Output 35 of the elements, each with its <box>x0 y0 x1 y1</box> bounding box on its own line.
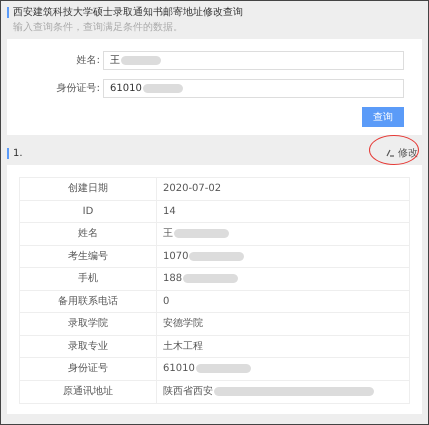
table-cell: 陕西省西安 <box>157 380 409 403</box>
table-cell-text: 2020-07-02 <box>162 182 222 196</box>
blurred-redaction <box>196 364 251 374</box>
blurred-redaction <box>121 56 161 65</box>
field-label: 身份证号: <box>56 82 101 96</box>
table-cell: 原通讯地址 <box>20 380 157 403</box>
table-cell: 61010 <box>157 358 409 380</box>
table-cell: 手机 <box>20 268 157 290</box>
table-cell: ID <box>20 200 157 222</box>
field-label: 姓名: <box>76 54 101 68</box>
table-cell-text: 土木工程 <box>162 340 204 354</box>
table-cell: 创建日期 <box>20 178 157 200</box>
blurred-redaction <box>189 252 244 261</box>
page-title: 西安建筑科技大学硕士录取通知书邮寄地址修改查询 <box>13 6 243 20</box>
blurred-redaction <box>183 274 238 284</box>
table-cell: 备用联系电话 <box>20 290 157 312</box>
table-cell: 录取学院 <box>20 313 157 334</box>
page-subtitle: 输入查询条件，查询满足条件的数据。 <box>12 20 184 35</box>
input-field[interactable]: 61010 <box>103 79 404 98</box>
table-cell: 考生编号 <box>20 246 157 267</box>
table-cell: 188 <box>157 268 409 290</box>
pencil-icon <box>386 149 395 157</box>
table-cell: 录取专业 <box>20 336 157 357</box>
blurred-redaction <box>174 229 229 238</box>
table-cell: 身份证号 <box>20 358 157 380</box>
table-cell: 王 <box>157 223 409 244</box>
table-cell-text: 安德学院 <box>162 316 204 332</box>
table-cell-text: 14 <box>162 204 177 219</box>
table-cell-text: 0 <box>162 294 170 309</box>
table-cell: 姓名 <box>20 223 157 244</box>
input-field[interactable]: 王 <box>103 51 404 70</box>
edit-button[interactable]: 修改 <box>382 146 422 160</box>
table-cell: 1070 <box>157 246 409 267</box>
result-title: 1. <box>13 146 23 160</box>
blurred-redaction <box>142 84 183 93</box>
